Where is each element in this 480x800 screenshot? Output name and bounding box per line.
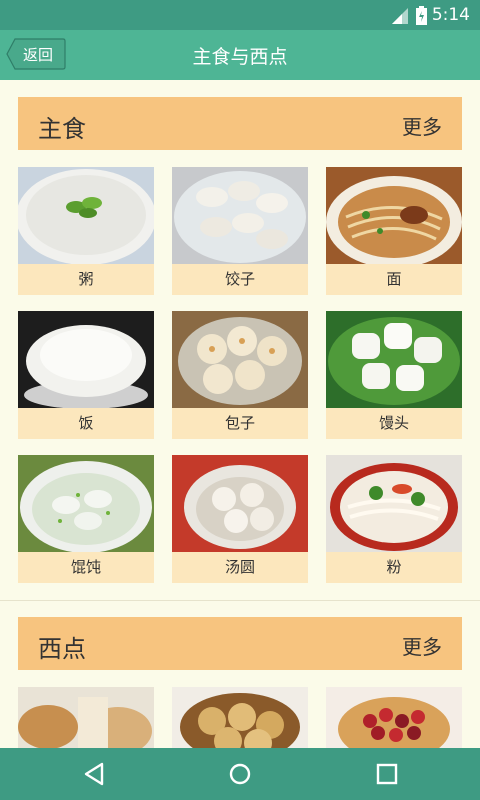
food-label: 汤圆 [172, 552, 308, 583]
food-label: 包子 [172, 408, 308, 439]
pastry-item-bread[interactable] [18, 687, 154, 748]
food-image [18, 687, 154, 748]
food-item-dumplings[interactable]: 饺子 [172, 167, 308, 295]
signal-icon [392, 8, 408, 24]
food-image [326, 167, 462, 264]
food-item-tangyuan[interactable]: 汤圆 [172, 455, 308, 583]
food-item-steamed-buns[interactable]: 馒头 [326, 311, 462, 439]
food-item-buns[interactable]: 包子 [172, 311, 308, 439]
food-item-noodles[interactable]: 面 [326, 167, 462, 295]
section-title: 主食 [38, 115, 86, 143]
food-image [18, 167, 154, 264]
food-image [172, 167, 308, 264]
food-item-rice[interactable]: 饭 [18, 311, 154, 439]
status-bar: 5:14 [0, 0, 480, 30]
food-label: 馄饨 [18, 552, 154, 583]
pastry-item-fruit-tart[interactable] [326, 687, 462, 748]
page-title: 主食与西点 [192, 46, 288, 68]
food-label: 饺子 [172, 264, 308, 295]
section-divider [0, 600, 480, 601]
food-label: 粥 [18, 264, 154, 295]
food-label: 面 [326, 264, 462, 295]
section-title: 西点 [38, 635, 86, 663]
food-image [18, 311, 154, 408]
food-image [172, 311, 308, 408]
food-label: 馒头 [326, 408, 462, 439]
recents-nav-icon[interactable] [372, 760, 402, 788]
food-item-wonton[interactable]: 馄饨 [18, 455, 154, 583]
battery-icon [416, 6, 427, 25]
navigation-bar [0, 748, 480, 800]
food-item-rice-noodles[interactable]: 粉 [326, 455, 462, 583]
food-label: 粉 [326, 552, 462, 583]
food-image [172, 455, 308, 552]
pastry-item-cookies[interactable] [172, 687, 308, 748]
status-time: 5:14 [431, 5, 470, 25]
food-image [326, 311, 462, 408]
back-nav-icon[interactable] [80, 760, 110, 788]
more-link[interactable]: 更多 [402, 631, 442, 660]
more-link[interactable]: 更多 [402, 111, 442, 140]
food-image [326, 687, 462, 748]
food-item-porridge[interactable]: 粥 [18, 167, 154, 295]
section-header-staple: 主食 更多 [18, 97, 462, 150]
app-header: 返回 主食与西点 [0, 30, 480, 80]
home-nav-icon[interactable] [225, 760, 255, 788]
section-header-pastry: 西点 更多 [18, 617, 462, 670]
food-image [326, 455, 462, 552]
food-image [172, 687, 308, 748]
food-image [18, 455, 154, 552]
food-label: 饭 [18, 408, 154, 439]
content-scroll[interactable]: 主食 更多 粥 饺子 面 饭 包子 馒头 馄饨 汤圆 粉 西点 更多 [0, 80, 480, 748]
